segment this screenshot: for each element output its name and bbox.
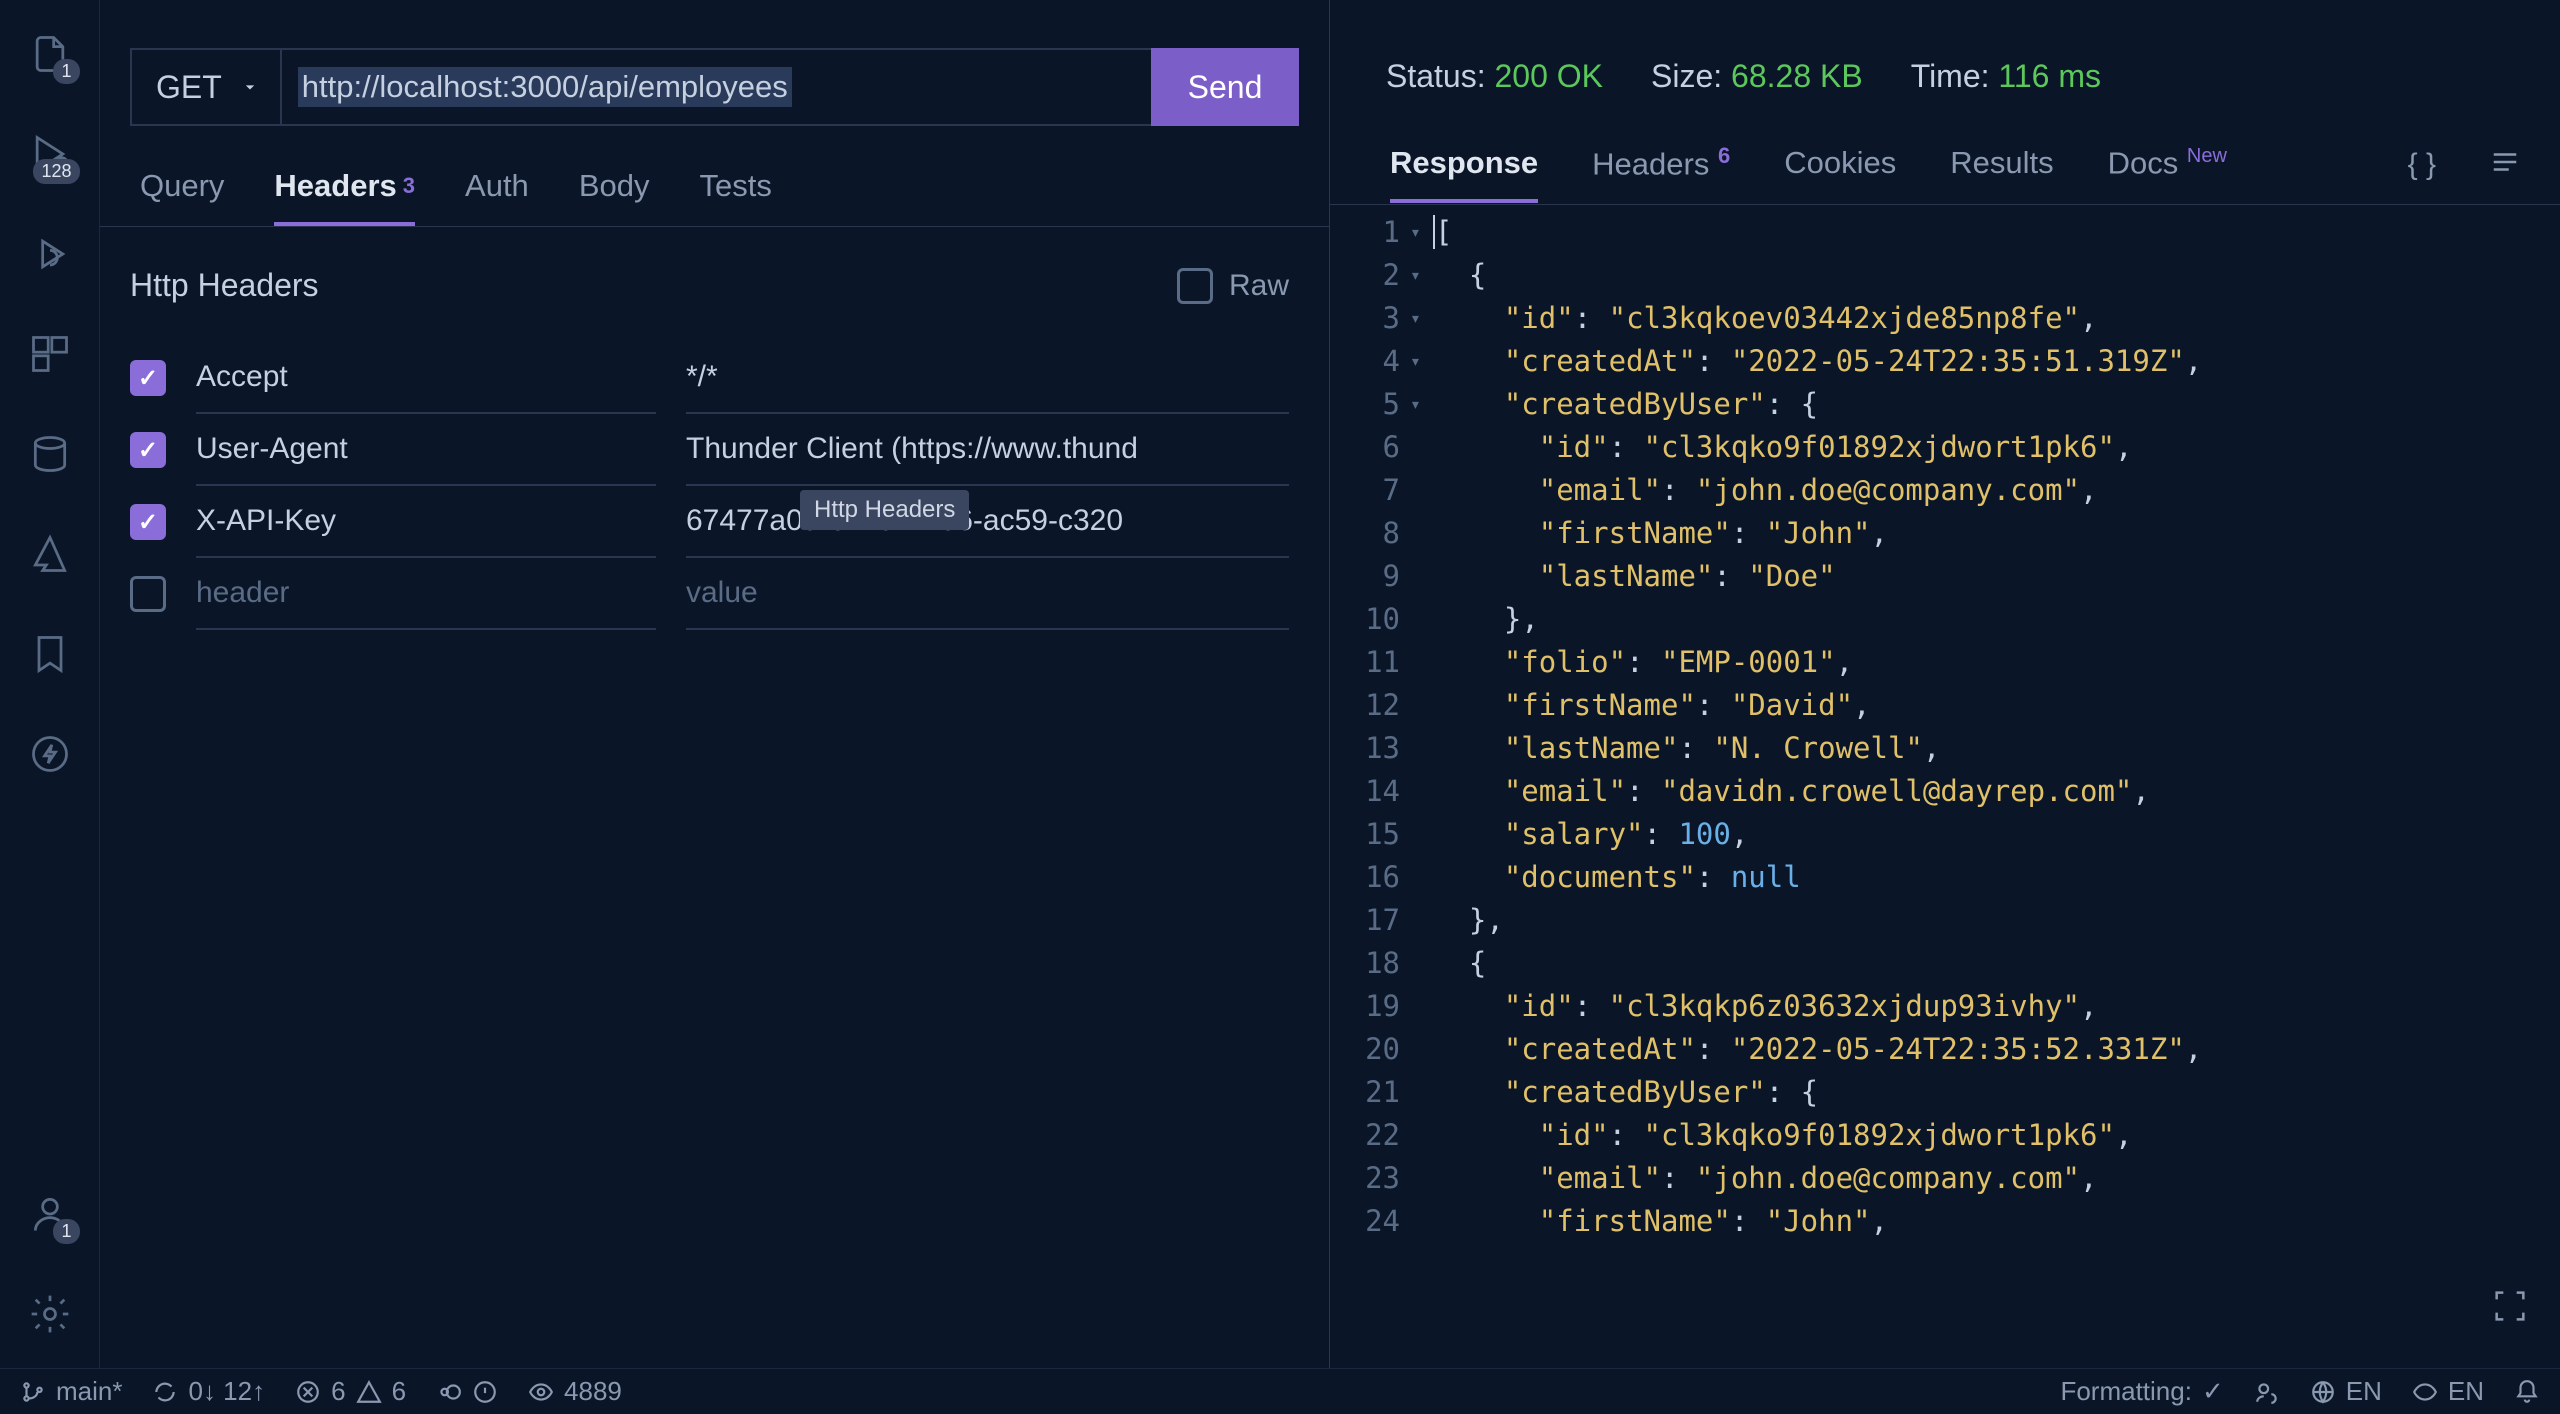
braces-icon[interactable]: { } <box>2408 148 2436 200</box>
headers-title: Http Headers <box>130 267 319 304</box>
tab-cookies[interactable]: Cookies <box>1784 145 1896 203</box>
tab-query[interactable]: Query <box>140 168 224 226</box>
tab-body[interactable]: Body <box>579 168 650 226</box>
method-label: GET <box>156 69 222 106</box>
header-checkbox[interactable] <box>130 360 166 396</box>
sb-ports-icon[interactable] <box>436 1379 498 1405</box>
send-button[interactable]: Send <box>1151 48 1299 126</box>
tab-headers[interactable]: Headers 3 <box>274 168 415 226</box>
sb-bell-icon[interactable] <box>2514 1379 2540 1405</box>
header-row: User-Agent Thunder Client (https://www.th… <box>130 414 1289 486</box>
time-value: 116 ms <box>1998 58 2101 94</box>
response-status-row: Status: 200 OK Size: 68.28 KB Time: 116 … <box>1330 0 2560 95</box>
thunder-icon[interactable] <box>26 730 74 778</box>
method-select[interactable]: GET <box>130 48 280 126</box>
status-bar: main* 0↓ 12↑ 6 6 4889 Formatting: ✓ EN E… <box>0 1368 2560 1414</box>
header-value-input[interactable]: value <box>686 558 1289 630</box>
tab-docs[interactable]: Docs New <box>2108 145 2227 203</box>
header-key-input[interactable]: Accept <box>196 342 656 414</box>
sb-watch[interactable]: 4889 <box>528 1376 622 1407</box>
sb-branch[interactable]: main* <box>20 1376 122 1407</box>
tab-response[interactable]: Response <box>1390 145 1538 203</box>
activity-bar: 1 128 1 <box>0 0 100 1368</box>
sb-lang2[interactable]: EN <box>2412 1376 2484 1407</box>
run-debug-icon[interactable]: 128 <box>26 130 74 178</box>
header-row: X-API-Key 67477a0d-041a-4186-ac59-c320Htt… <box>130 486 1289 558</box>
json-viewer[interactable]: 123456789101112131415161718192021222324 … <box>1330 205 2560 1368</box>
header-checkbox[interactable] <box>130 504 166 540</box>
menu-icon[interactable] <box>2490 147 2520 200</box>
header-value-input[interactable]: */* <box>686 342 1289 414</box>
gear-icon[interactable] <box>26 1290 74 1338</box>
header-value-input[interactable]: Thunder Client (https://www.thund <box>686 414 1289 486</box>
account-icon[interactable]: 1 <box>26 1190 74 1238</box>
header-checkbox[interactable] <box>130 576 166 612</box>
extensions-icon[interactable] <box>26 330 74 378</box>
chevron-down-icon <box>240 77 260 97</box>
tab-tests[interactable]: Tests <box>699 168 771 226</box>
extensions-badge: 128 <box>33 159 79 184</box>
tab-results[interactable]: Results <box>1950 145 2053 203</box>
tab-auth[interactable]: Auth <box>465 168 529 226</box>
bookmark-icon[interactable] <box>26 630 74 678</box>
response-tabs: Response Headers 6 Cookies Results Docs … <box>1330 95 2560 205</box>
header-row-new: header value <box>130 558 1289 630</box>
header-value-input[interactable]: 67477a0d-041a-4186-ac59-c320 <box>686 486 1289 558</box>
debug-icon[interactable] <box>26 230 74 278</box>
expand-icon[interactable] <box>2490 1286 2530 1338</box>
header-key-input[interactable]: header <box>196 558 656 630</box>
tooltip: Http Headers <box>800 490 969 530</box>
sb-feedback-icon[interactable] <box>2254 1379 2280 1405</box>
raw-label: Raw <box>1229 269 1289 303</box>
sb-formatting[interactable]: Formatting: ✓ <box>2060 1376 2223 1407</box>
header-checkbox[interactable] <box>130 432 166 468</box>
size-value: 68.28 KB <box>1731 58 1863 94</box>
explorer-badge: 1 <box>53 59 79 84</box>
status-value: 200 OK <box>1495 58 1604 94</box>
azure-icon[interactable] <box>26 530 74 578</box>
account-badge: 1 <box>53 1219 79 1244</box>
request-tabs: Query Headers 3 Auth Body Tests <box>100 126 1329 227</box>
header-key-input[interactable]: X-API-Key <box>196 486 656 558</box>
raw-checkbox[interactable] <box>1177 268 1213 304</box>
sb-sync[interactable]: 0↓ 12↑ <box>152 1376 265 1407</box>
explorer-icon[interactable]: 1 <box>26 30 74 78</box>
database-icon[interactable] <box>26 430 74 478</box>
tab-resp-headers[interactable]: Headers 6 <box>1592 143 1730 204</box>
sb-lang1[interactable]: EN <box>2310 1376 2382 1407</box>
header-key-input[interactable]: User-Agent <box>196 414 656 486</box>
header-row: Accept */* <box>130 342 1289 414</box>
sb-errors[interactable]: 6 6 <box>295 1376 406 1407</box>
url-input[interactable]: http://localhost:3000/api/employees <box>280 48 1151 126</box>
